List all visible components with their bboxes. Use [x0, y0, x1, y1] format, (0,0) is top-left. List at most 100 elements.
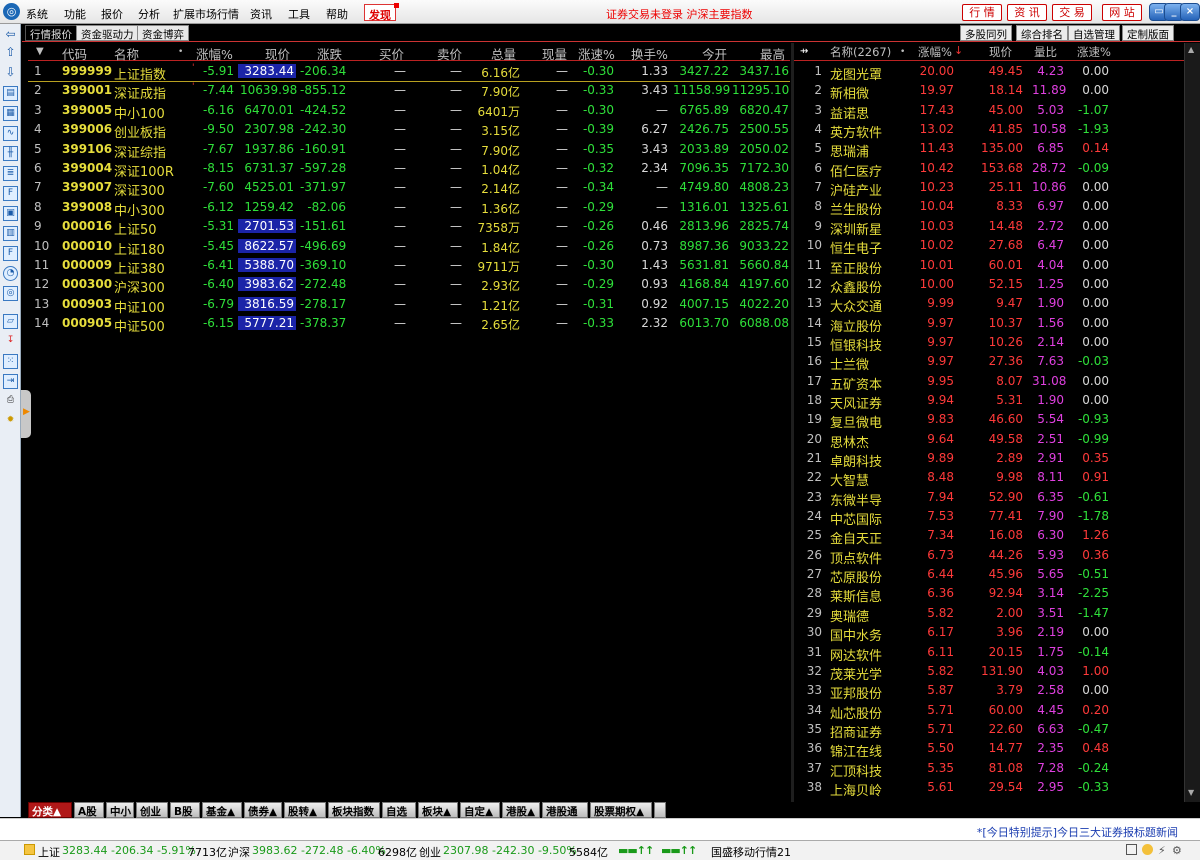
- rank-col-name[interactable]: 名称(2267): [830, 44, 891, 60]
- website-nav-button[interactable]: 网 站: [1102, 4, 1142, 21]
- bottom-tab-7[interactable]: 股转▲: [284, 802, 326, 818]
- bottom-tab-9[interactable]: 自选: [382, 802, 416, 818]
- bottom-tab-3[interactable]: 创业: [136, 802, 168, 818]
- export-icon[interactable]: ⇥: [3, 374, 18, 389]
- table-row[interactable]: 9 000016 上证50 -5.31 2701.53 -151.61 — — 7358万 — -0…: [28, 218, 790, 238]
- ranking-row[interactable]: 4 英方软件 13.02 41.85 10.58 -1.93: [794, 121, 1184, 141]
- ranking-row[interactable]: 21 卓朗科技 9.89 2.89 2.91 0.35: [794, 450, 1184, 470]
- tab-capital-game[interactable]: 资金博弈: [137, 25, 189, 41]
- scatter-icon[interactable]: ⁙: [3, 354, 18, 369]
- tab-quote[interactable]: 行情报价: [25, 25, 77, 41]
- ranking-row[interactable]: 20 思林杰 9.64 49.58 2.51 -0.99: [794, 431, 1184, 451]
- menu-extended-market[interactable]: 扩展市场行情: [173, 6, 239, 22]
- ranking-row[interactable]: 19 复旦微电 9.83 46.60 5.54 -0.93: [794, 411, 1184, 431]
- ranking-row[interactable]: 13 大众交通 9.99 9.47 1.90 0.00: [794, 295, 1184, 315]
- grid-icon[interactable]: ▦: [3, 106, 18, 121]
- table-row[interactable]: 6 399004 深证100R -8.15 6731.37 -597.28 — — 1.04亿 —…: [28, 160, 790, 180]
- settings-status-icon[interactable]: ⚙: [1172, 844, 1182, 857]
- col-high[interactable]: 最高: [760, 44, 785, 63]
- table-row[interactable]: 1 999999 上证指数 -5.91 3283.44 -206.34 — — 6.16亿 — -0…: [28, 63, 790, 83]
- ranking-row[interactable]: 6 佰仁医疗 10.42 153.68 28.72 -0.09: [794, 160, 1184, 180]
- ranking-row[interactable]: 37 汇顶科技 5.35 81.08 7.28 -0.24: [794, 760, 1184, 780]
- back-arrow-icon[interactable]: ⇦: [3, 28, 18, 43]
- news-headline[interactable]: *[今日特别提示]今日三大证券报标题新闻: [977, 824, 1178, 840]
- table-row[interactable]: 11 000009 上证380 -6.41 5388.70 -369.10 — — 9711万 —…: [28, 257, 790, 277]
- ranking-row[interactable]: 5 思瑞浦 11.43 135.00 6.85 0.14: [794, 140, 1184, 160]
- table-row[interactable]: 8 399008 中小300 -6.12 1259.42 -82.06 — — 1.36亿 — -0…: [28, 199, 790, 219]
- ranking-row[interactable]: 8 兰生股份 10.04 8.33 6.97 0.00: [794, 198, 1184, 218]
- col-code[interactable]: 代码: [62, 44, 87, 63]
- tab-watchlist-manage[interactable]: 自选管理: [1068, 25, 1120, 41]
- calendar-icon[interactable]: ▥: [3, 226, 18, 241]
- ranking-row[interactable]: 31 网达软件 6.11 20.15 1.75 -0.14: [794, 644, 1184, 664]
- bottom-tabs-scroll-icon[interactable]: [654, 802, 666, 818]
- bottom-tab-8[interactable]: 板块指数: [328, 802, 380, 818]
- window-status-icon[interactable]: [1126, 844, 1137, 855]
- col-change-pct[interactable]: 涨幅%: [196, 44, 233, 63]
- ranking-row[interactable]: 14 海立股份 9.97 10.37 1.56 0.00: [794, 315, 1184, 335]
- candlestick-icon[interactable]: ╫: [3, 146, 18, 161]
- tab-custom-layout[interactable]: 定制版面: [1122, 25, 1174, 41]
- target-icon[interactable]: ◎: [3, 286, 18, 301]
- ranking-row[interactable]: 12 众鑫股份 10.00 52.15 1.25 0.00: [794, 276, 1184, 296]
- quote-nav-button[interactable]: 行 情: [962, 4, 1002, 21]
- rank-col-change-pct[interactable]: 涨幅%: [918, 44, 952, 60]
- f10-icon[interactable]: F: [3, 186, 18, 201]
- tab-composite-rank[interactable]: 综合排名: [1016, 25, 1068, 41]
- menu-news[interactable]: 资讯: [250, 6, 272, 22]
- trade-nav-button[interactable]: 交 易: [1052, 4, 1092, 21]
- down-arrow-icon[interactable]: ⇩: [3, 66, 18, 81]
- sort-down-icon[interactable]: ▼: [36, 46, 44, 57]
- sort-icon[interactable]: ↧: [3, 334, 18, 349]
- bottom-tab-6[interactable]: 债券▲: [244, 802, 282, 818]
- menu-analysis[interactable]: 分析: [138, 6, 160, 22]
- bottom-tab-12[interactable]: 港股▲: [502, 802, 540, 818]
- bottom-tab-2[interactable]: 中小: [106, 802, 134, 818]
- rank-col-volume-ratio[interactable]: 量比: [1034, 44, 1057, 60]
- discover-button[interactable]: 发现: [364, 3, 399, 22]
- server-name[interactable]: 国盛移动行情21: [711, 844, 791, 860]
- smile-status-icon[interactable]: [1142, 844, 1153, 855]
- news-nav-button[interactable]: 资 讯: [1007, 4, 1047, 21]
- ranking-row[interactable]: 36 锦江在线 5.50 14.77 2.35 0.48: [794, 740, 1184, 760]
- app-logo-icon[interactable]: ◎: [3, 3, 20, 20]
- ranking-row[interactable]: 22 大智慧 8.48 9.98 8.11 0.91: [794, 469, 1184, 489]
- bottom-tab-5[interactable]: 基金▲: [202, 802, 242, 818]
- ranking-row[interactable]: 35 招商证券 5.71 22.60 6.63 -0.47: [794, 721, 1184, 741]
- ranking-row[interactable]: 2 新相微 19.97 18.14 11.89 0.00: [794, 82, 1184, 102]
- table-row[interactable]: 13 000903 中证100 -6.79 3816.59 -278.17 — — 1.21亿 —…: [28, 296, 790, 316]
- folder-status-icon[interactable]: [24, 844, 35, 855]
- quote-list-icon[interactable]: ▤: [3, 86, 18, 101]
- bottom-tab-10[interactable]: 板块▲: [418, 802, 458, 818]
- menu-function[interactable]: 功能: [64, 6, 86, 22]
- table-row[interactable]: 3 399005 中小100 -6.16 6470.01 -424.52— —6401万 — -…: [28, 102, 790, 122]
- ranking-row[interactable]: 17 五矿资本 9.95 8.07 31.08 0.00: [794, 373, 1184, 393]
- ranking-row[interactable]: 10 恒生电子 10.02 27.68 6.47 0.00: [794, 237, 1184, 257]
- tab-multi-stock[interactable]: 多股同列: [960, 25, 1012, 41]
- rank-col-speed[interactable]: 涨速%: [1077, 44, 1111, 60]
- col-name[interactable]: 名称: [114, 44, 139, 63]
- table-icon[interactable]: ≣: [3, 166, 18, 181]
- ranking-row[interactable]: 30 国中水务 6.17 3.96 2.19 0.00: [794, 624, 1184, 644]
- ranking-row[interactable]: 1 龙图光罩 20.00 49.45 4.23 0.00: [794, 63, 1184, 83]
- vertical-scrollbar[interactable]: ▲ ▼: [1184, 43, 1200, 802]
- rank-col-price[interactable]: 现价: [989, 44, 1012, 60]
- ranking-row[interactable]: 26 顶点软件 6.73 44.26 5.93 0.36: [794, 547, 1184, 567]
- ranking-row[interactable]: 34 灿芯股份 5.71 60.00 4.45 0.20: [794, 702, 1184, 722]
- menu-system[interactable]: 系统: [26, 6, 48, 22]
- bottom-tab-4[interactable]: B股: [170, 802, 200, 818]
- line-chart-icon[interactable]: ∿: [3, 126, 18, 141]
- table-row[interactable]: 12 000300 沪深300 -6.40 3983.62 -272.48 — — 2.93亿 —…: [28, 276, 790, 296]
- col-speed[interactable]: 涨速%: [578, 44, 615, 63]
- table-row[interactable]: 7 399007 深证300 -7.60 4525.01 -371.97— —2.14亿 — -…: [28, 179, 790, 199]
- up-arrow-icon[interactable]: ⇧: [3, 46, 18, 61]
- menu-help[interactable]: 帮助: [326, 6, 348, 22]
- bottom-tab-0[interactable]: 分类▲: [28, 802, 72, 818]
- ranking-row[interactable]: 38 上海贝岭 5.61 29.54 2.95 -0.33: [794, 779, 1184, 799]
- col-volume[interactable]: 总量: [491, 44, 516, 63]
- bottom-tab-13[interactable]: 港股通: [542, 802, 588, 818]
- pin-icon[interactable]: ⇸: [800, 46, 808, 57]
- folder-icon[interactable]: ▱: [3, 314, 18, 329]
- ranking-row[interactable]: 18 天风证券 9.94 5.31 1.90 0.00: [794, 392, 1184, 412]
- col-turnover[interactable]: 换手%: [631, 44, 668, 63]
